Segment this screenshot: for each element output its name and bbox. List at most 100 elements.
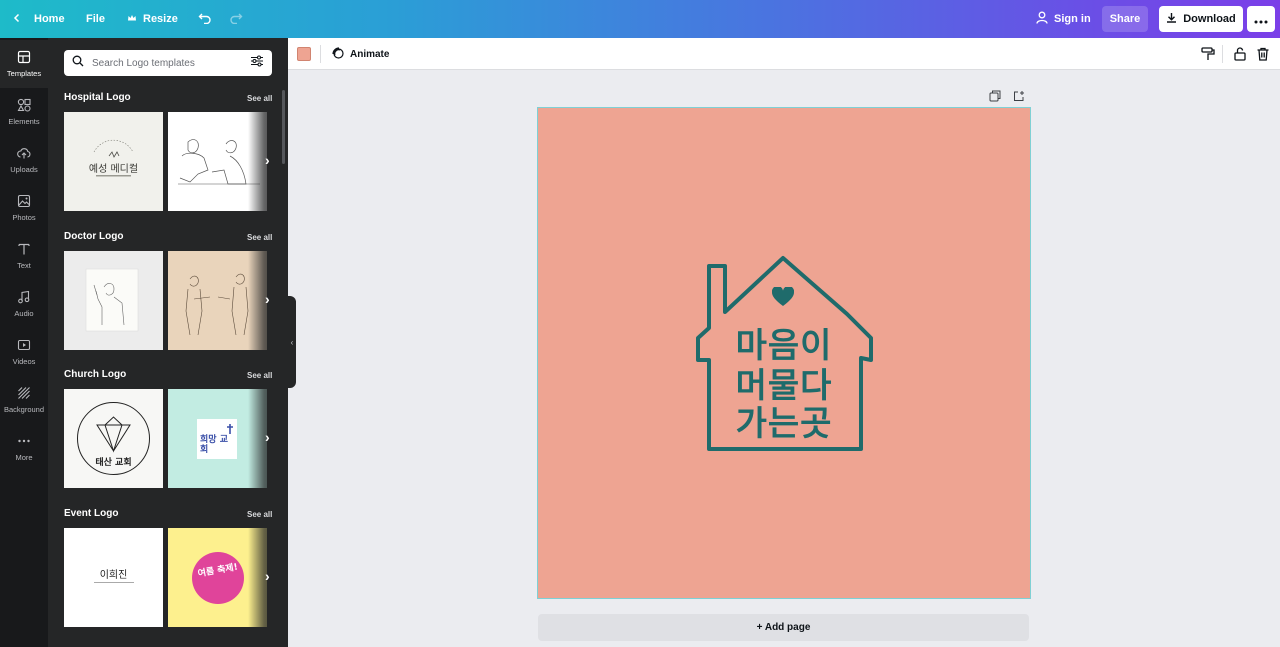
rail-item-more[interactable]: More [0,424,48,472]
paint-roller-icon [1200,47,1216,66]
rail-item-photos[interactable]: Photos [0,184,48,232]
rail-label-text: Text [17,261,31,270]
collapse-panel-handle[interactable]: ‹ [288,296,296,388]
rail-label-photos: Photos [12,213,36,222]
text-icon [17,242,31,258]
section-title-hospital: Hospital Logo [64,92,131,103]
row-fade-overlay [248,251,280,350]
doctor-card-illustration [85,268,139,332]
template-thumb-hospital-1[interactable]: 예성 메디컬 [64,112,163,211]
rail-label-videos: Videos [12,357,36,366]
download-button[interactable]: Download [1159,6,1243,32]
uploads-icon [17,146,31,162]
rail-item-audio[interactable]: Audio [0,280,48,328]
section-title-doctor: Doctor Logo [64,231,124,242]
logo-line-3: 가는곳 [735,404,833,444]
panel-scrollbar[interactable] [282,90,285,164]
templates-panel: Hospital Logo See all 예성 메디컬 › Doctor Lo… [48,38,288,647]
home-button[interactable]: Home [12,0,65,38]
animate-icon [331,46,344,62]
see-all-doctor-link[interactable]: See all [247,233,272,242]
sign-in-button[interactable]: Sign in [1036,0,1091,38]
redo-button[interactable] [229,0,243,38]
top-bar: Home File Resize Sign in Share Download [0,0,1280,38]
user-icon [1036,11,1048,27]
rail-label-templates: Templates [6,69,42,78]
rail-label-elements: Elements [8,117,40,126]
church-emblem-art [77,402,150,475]
rail-item-templates[interactable]: Templates [0,40,48,88]
editor-toolbar: Animate [288,38,1280,70]
undo-button[interactable] [198,0,212,38]
search-input[interactable] [92,57,242,69]
see-all-church-link[interactable]: See all [247,371,272,380]
add-page-top-button[interactable] [1013,89,1025,101]
crown-icon [127,13,137,26]
download-label: Download [1183,13,1236,25]
template-thumb-doctor-1[interactable] [64,251,163,350]
template-thumb-church-1[interactable]: 태산 교회 [64,389,163,488]
see-all-hospital-link[interactable]: See all [247,94,272,103]
duplicate-icon [989,89,1001,106]
side-rail: Templates Elements Uploads Photos Text A… [0,38,48,647]
chevron-right-icon[interactable]: › [265,568,270,584]
rail-item-background[interactable]: Background [0,376,48,424]
row-fade-overlay [248,112,280,211]
resize-button[interactable]: Resize [127,0,178,38]
hospital-logo-text: 예성 메디컬 [88,164,139,175]
chevron-right-icon[interactable]: › [265,429,270,445]
sign-in-label: Sign in [1054,13,1091,25]
chevron-right-icon[interactable]: › [265,152,270,168]
more-options-button[interactable] [1247,6,1275,32]
more-horizontal-icon [1254,11,1268,27]
church-logo-text: 태산 교회 [95,458,132,468]
file-menu-button[interactable]: File [86,0,105,38]
row-fade-overlay [248,389,280,488]
section-title-church: Church Logo [64,369,127,380]
animate-button[interactable]: Animate [331,38,389,70]
background-color-swatch[interactable] [297,47,311,61]
event-name-text: 이희진 [99,570,128,581]
heart-icon [771,285,795,312]
videos-icon [17,338,31,354]
photos-icon [17,194,31,210]
duplicate-page-button[interactable] [989,89,1001,102]
cross-icon [226,421,234,439]
rail-item-text[interactable]: Text [0,232,48,280]
delete-button[interactable] [1255,46,1271,62]
rail-item-elements[interactable]: Elements [0,88,48,136]
section-title-event: Event Logo [64,508,119,519]
house-logo[interactable]: 마음이 머물다 가는곳 [695,254,873,452]
divider [94,582,134,583]
rail-label-more: More [15,453,33,462]
rail-item-videos[interactable]: Videos [0,328,48,376]
add-page-icon [1013,89,1025,106]
rail-item-uploads[interactable]: Uploads [0,136,48,184]
search-box[interactable] [64,50,272,76]
filter-icon[interactable] [250,54,264,72]
background-icon [17,386,31,402]
toolbar-divider [1222,45,1223,63]
chevron-left-icon [12,13,22,26]
redo-icon [229,12,243,27]
share-button[interactable]: Share [1102,6,1148,32]
chevron-right-icon[interactable]: › [265,291,270,307]
templates-icon [17,50,31,66]
toolbar-divider [320,45,321,63]
home-label: Home [34,13,65,25]
download-icon [1166,12,1177,26]
lock-button[interactable] [1232,46,1248,62]
unlock-icon [1232,47,1248,66]
row-fade-overlay [248,528,280,627]
resize-label: Resize [143,13,178,25]
see-all-event-link[interactable]: See all [247,510,272,519]
template-thumb-event-1[interactable]: 이희진 [64,528,163,627]
share-label: Share [1109,13,1141,25]
elements-icon [17,98,31,114]
rail-label-uploads: Uploads [10,165,38,174]
add-page-button[interactable]: + Add page [538,614,1029,641]
more-icon [17,434,31,450]
copy-style-button[interactable] [1200,46,1216,62]
rail-label-audio: Audio [14,309,34,318]
undo-icon [198,12,212,27]
